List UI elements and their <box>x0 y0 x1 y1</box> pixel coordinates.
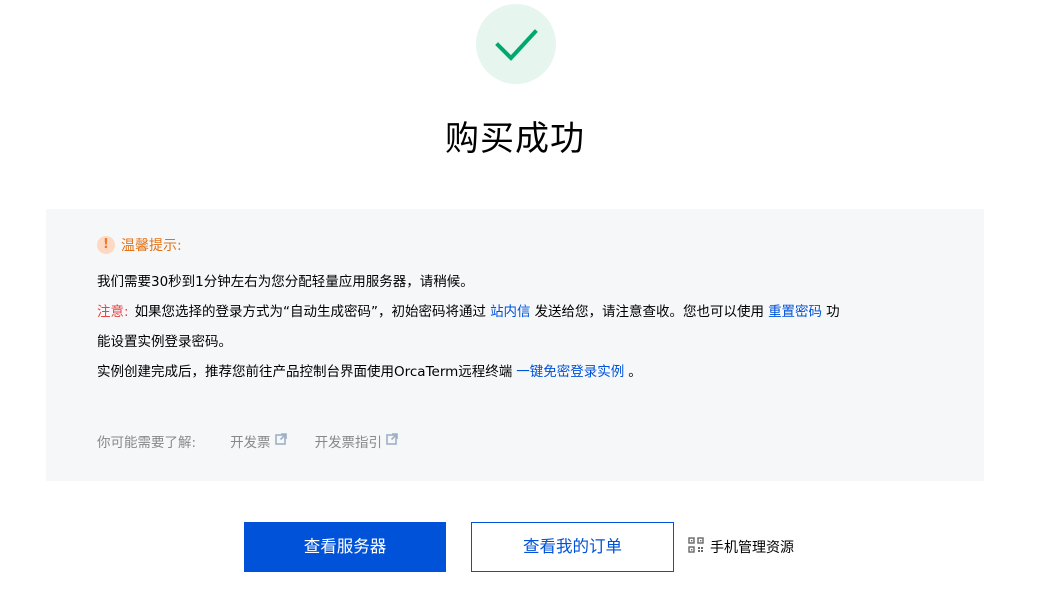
warning-circle-icon: ! <box>97 236 115 254</box>
related-links-row: 你可能需要了解: 开发票 开发票指引 <box>97 429 426 453</box>
external-link-icon <box>386 433 398 449</box>
passwordless-login-link[interactable]: 一键免密登录实例 <box>516 364 624 380</box>
view-servers-button[interactable]: 查看服务器 <box>244 522 446 572</box>
notice-line-password-cont: 能设置实例登录密码。 <box>97 334 232 350</box>
notice-header: ! 温馨提示: <box>97 235 182 255</box>
notice-text: 实例创建完成后，推荐您前往产品控制台界面使用OrcaTerm远程终端 <box>97 364 513 380</box>
site-message-link[interactable]: 站内信 <box>490 304 531 320</box>
invoice-link[interactable]: 开发票 <box>230 431 287 451</box>
notice-text: 。 <box>628 364 642 380</box>
qr-code-icon <box>688 537 704 557</box>
page-title: 购买成功 <box>445 119 585 159</box>
mobile-manage-label: 手机管理资源 <box>710 540 794 556</box>
external-link-icon <box>274 433 287 449</box>
notice-text: 如果您选择的登录方式为“自动生成密码”，初始密码将通过 <box>134 304 487 320</box>
related-label: 你可能需要了解: <box>97 435 197 451</box>
invoice-guide-link-label: 开发票指引 <box>314 435 383 451</box>
notice-text: 发送给您，请注意查收。您也可以使用 <box>534 304 765 320</box>
success-check-icon <box>476 4 556 84</box>
reset-password-link[interactable]: 重置密码 <box>768 304 822 320</box>
notice-line-password: 注意: 如果您选择的登录方式为“自动生成密码”，初始密码将通过 站内信 发送给您，请注… <box>97 297 937 327</box>
notice-line-orcaterm: 实例创建完成后，推荐您前往产品控制台界面使用OrcaTerm远程终端 一键免密登录… <box>97 357 937 387</box>
notice-text: 功 <box>826 304 840 320</box>
view-orders-button[interactable]: 查看我的订单 <box>471 522 674 572</box>
invoice-link-label: 开发票 <box>230 435 271 451</box>
invoice-guide-link[interactable]: 开发票指引 <box>315 431 399 451</box>
mobile-manage-link[interactable]: 手机管理资源 <box>688 537 794 557</box>
notice-line-allocation: 我们需要30秒到1分钟左右为您分配轻量应用服务器，请稍候。 <box>97 274 474 290</box>
notice-attention-label: 注意: <box>97 304 129 320</box>
notice-panel: ! 温馨提示: 我们需要30秒到1分钟左右为您分配轻量应用服务器，请稍候。 注意… <box>46 209 984 481</box>
notice-title: 温馨提示: <box>121 238 182 254</box>
